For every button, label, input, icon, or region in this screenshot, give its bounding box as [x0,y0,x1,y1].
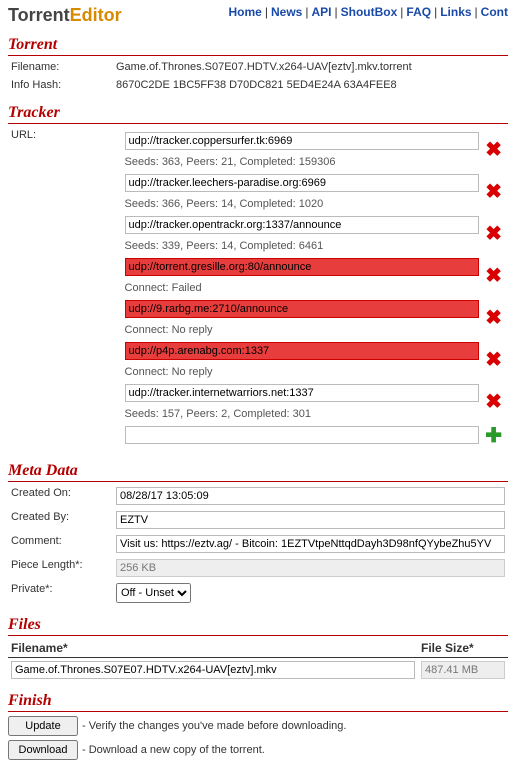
private-label: Private*: [8,580,113,606]
nav-link-api[interactable]: API [311,5,331,19]
nav-link-home[interactable]: Home [229,5,262,19]
files-col-size: File Size* [418,639,508,658]
update-desc: - Verify the changes you've made before … [82,720,346,732]
nav-separator: | [431,5,440,19]
tracker-status: Connect: No reply [122,321,483,339]
nav-separator: | [472,5,481,19]
section-meta: Meta Data [8,462,508,482]
tracker-status: Seeds: 339, Peers: 14, Completed: 6461 [122,237,483,255]
file-name-input[interactable] [11,661,415,679]
section-torrent: Torrent [8,36,508,56]
nav-link-links[interactable]: Links [440,5,471,19]
update-button[interactable]: Update [8,716,78,736]
tracker-status: Connect: No reply [122,363,483,381]
created-on-input[interactable] [116,487,505,505]
tracker-url-input[interactable] [125,174,480,192]
add-tracker-icon[interactable]: ✚ [485,425,502,447]
remove-tracker-icon[interactable]: ✖ [485,181,502,203]
logo-part2: Editor [70,5,122,25]
comment-label: Comment: [8,532,113,556]
section-tracker: Tracker [8,104,508,124]
filename-label: Filename: [8,58,113,76]
files-col-name: Filename* [8,639,418,658]
piece-length-value [116,559,505,577]
download-desc: - Download a new copy of the torrent. [82,744,265,756]
nav-link-faq[interactable]: FAQ [406,5,431,19]
comment-input[interactable] [116,535,505,553]
remove-tracker-icon[interactable]: ✖ [485,391,502,413]
tracker-url-input[interactable] [125,132,480,150]
infohash-label: Info Hash: [8,76,113,94]
tracker-url-input[interactable] [125,216,480,234]
tracker-url-input[interactable] [125,300,480,318]
download-button[interactable]: Download [8,740,78,760]
created-by-input[interactable] [116,511,505,529]
remove-tracker-icon[interactable]: ✖ [485,349,502,371]
tracker-url-label: URL: [8,126,119,452]
tracker-status: Connect: Failed [122,279,483,297]
tracker-url-input[interactable] [125,342,480,360]
tracker-url-input[interactable] [125,258,480,276]
top-nav: Home|News|API|ShoutBox|FAQ|Links|Cont [229,5,508,19]
remove-tracker-icon[interactable]: ✖ [485,265,502,287]
remove-tracker-icon[interactable]: ✖ [485,307,502,329]
nav-link-cont[interactable]: Cont [481,5,508,19]
filename-value: Game.of.Thrones.S07E07.HDTV.x264-UAV[ezt… [113,58,508,76]
created-by-label: Created By: [8,508,113,532]
file-size-value [421,661,505,679]
tracker-status: Seeds: 157, Peers: 2, Completed: 301 [122,405,483,423]
remove-tracker-icon[interactable]: ✖ [485,139,502,161]
tracker-status: Seeds: 366, Peers: 14, Completed: 1020 [122,195,483,213]
nav-link-shoutbox[interactable]: ShoutBox [341,5,398,19]
tracker-url-input[interactable] [125,384,480,402]
nav-separator: | [331,5,340,19]
section-files: Files [8,616,508,636]
tracker-status: Seeds: 363, Peers: 21, Completed: 159306 [122,153,483,171]
logo: TorrentEditor [8,5,122,26]
piece-length-label: Piece Length*: [8,556,113,580]
tracker-url-new-input[interactable] [125,426,480,444]
infohash-value: 8670C2DE 1BC5FF38 D70DC821 5ED4E24A 63A4… [113,76,508,94]
section-finish: Finish [8,692,508,712]
private-select[interactable]: Off - Unset [116,583,191,603]
remove-tracker-icon[interactable]: ✖ [485,223,502,245]
created-on-label: Created On: [8,484,113,508]
logo-part1: Torrent [8,5,70,25]
nav-link-news[interactable]: News [271,5,302,19]
nav-separator: | [262,5,271,19]
